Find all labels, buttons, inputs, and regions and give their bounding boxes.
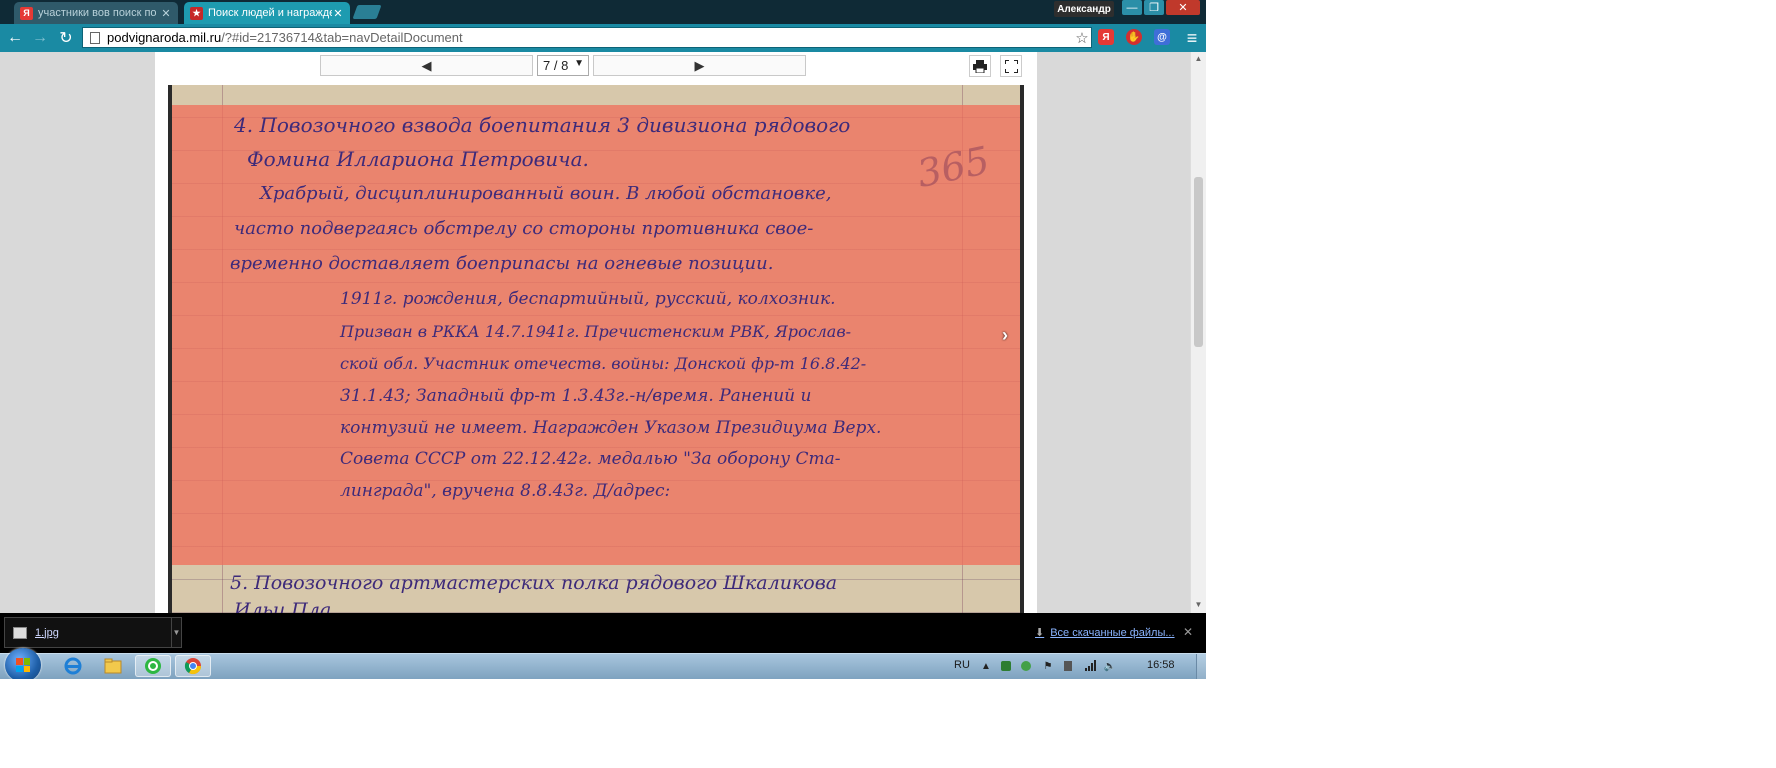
- printer-icon: [973, 59, 987, 73]
- doc-line: временно доставляет боеприпасы на огневы…: [230, 253, 774, 274]
- doc-line: Храбрый, дисциплинированный воин. В любо…: [260, 183, 832, 204]
- tab-title: участники вов поиск по фам: [38, 7, 160, 19]
- paper-sheet: 4. Повозочного взвода боепитания 3 дивиз…: [172, 85, 1020, 613]
- file-explorer-icon[interactable]: [95, 655, 131, 677]
- image-file-icon: [13, 626, 27, 639]
- show-all-downloads-link[interactable]: ⬇ Все скачанные файлы...: [1035, 626, 1175, 640]
- new-tab-button[interactable]: [352, 5, 382, 19]
- language-indicator[interactable]: RU: [954, 659, 970, 671]
- url-path: /?#id=21736714&tab=navDetailDocument: [221, 30, 463, 45]
- fullscreen-button[interactable]: [1000, 55, 1022, 77]
- clock[interactable]: 16:58: [1147, 659, 1175, 671]
- next-page-button[interactable]: ▶: [593, 55, 806, 76]
- doc-line: 1911г. рождения, беспартийный, русский, …: [340, 289, 836, 309]
- back-button[interactable]: ←: [5, 28, 25, 48]
- download-item[interactable]: 1.jpg ▼: [4, 617, 182, 648]
- adblock-icon[interactable]: ✋: [1126, 29, 1142, 45]
- close-window-button[interactable]: ✕: [1166, 0, 1200, 15]
- whatsapp-icon[interactable]: [135, 655, 171, 677]
- reload-button[interactable]: ↻: [56, 28, 76, 48]
- download-file-name[interactable]: 1.jpg: [35, 627, 171, 639]
- podvig-star-icon: ★: [190, 6, 203, 20]
- messenger-tray-icon[interactable]: [1020, 660, 1032, 672]
- page-content: ◀ 7 / 8 ▼ ▶ 4. Повозочного взвода боепит…: [0, 52, 1206, 613]
- dropdown-arrow-icon: ▼: [574, 58, 584, 69]
- profile-name[interactable]: Александр: [1054, 1, 1114, 17]
- chrome-icon[interactable]: [175, 655, 211, 677]
- address-bar[interactable]: podvignaroda.mil.ru/?#id=21736714&tab=na…: [82, 27, 1092, 48]
- doc-line: Призван в РККА 14.7.1941г. Пречистенским…: [340, 322, 852, 341]
- restore-button[interactable]: ❐: [1144, 0, 1164, 15]
- tab-strip: Я участники вов поиск по фам ✕ ★ Поиск л…: [0, 0, 1206, 24]
- show-all-downloads-label: Все скачанные файлы...: [1050, 626, 1175, 639]
- doc-line: контузий не имеет. Награжден Указом През…: [340, 418, 882, 438]
- screen: Я участники вов поиск по фам ✕ ★ Поиск л…: [0, 0, 1206, 679]
- page-icon: [90, 31, 100, 44]
- download-bar: 1.jpg ▼ ⬇ Все скачанные файлы... ✕: [0, 613, 1206, 653]
- page-select[interactable]: 7 / 8 ▼: [537, 55, 589, 76]
- internet-explorer-icon[interactable]: [55, 655, 91, 677]
- start-button[interactable]: [5, 648, 41, 679]
- tab-close-icon[interactable]: ✕: [160, 7, 172, 20]
- tab-title: Поиск людей и награжде: [208, 7, 332, 19]
- doc-line: 5. Повозочного артмастерских полка рядов…: [230, 572, 838, 594]
- antivirus-tray-icon[interactable]: [1000, 660, 1012, 672]
- download-menu-arrow-icon[interactable]: ▼: [171, 618, 181, 647]
- network-signal-icon[interactable]: [1084, 660, 1096, 672]
- doc-line: Совета СССР от 22.12.42г. медалью "За об…: [340, 449, 841, 469]
- doc-line: 4. Повозочного взвода боепитания 3 дивиз…: [234, 113, 851, 137]
- side-next-arrow-icon[interactable]: ›: [1002, 325, 1008, 346]
- windows-logo-icon: [16, 658, 30, 672]
- scroll-up-icon[interactable]: ▲: [1191, 54, 1206, 63]
- volume-icon[interactable]: 🔈: [1104, 660, 1116, 672]
- chevron-left-icon: ◀: [421, 57, 432, 73]
- doc-line: Ильи Пла...: [234, 599, 350, 613]
- url-text[interactable]: podvignaroda.mil.ru/?#id=21736714&tab=na…: [107, 30, 1073, 45]
- tab-yandex-search[interactable]: Я участники вов поиск по фам ✕: [14, 2, 178, 24]
- document-image: 4. Повозочного взвода боепитания 3 дивиз…: [168, 85, 1024, 613]
- minimize-button[interactable]: —: [1122, 0, 1142, 15]
- doc-line: часто подвергаясь обстрелу со стороны пр…: [234, 218, 814, 239]
- show-desktop-button[interactable]: [1196, 654, 1206, 679]
- print-button[interactable]: [969, 55, 991, 77]
- doc-line: ской обл. Участник отечеств. войны: Донс…: [340, 354, 867, 373]
- tab-close-icon[interactable]: ✕: [332, 7, 344, 20]
- yandex-icon: Я: [20, 6, 33, 20]
- action-center-flag-icon[interactable]: ⚑: [1042, 660, 1054, 672]
- bookmark-star-icon[interactable]: ☆: [1073, 29, 1091, 47]
- download-bar-close-icon[interactable]: ✕: [1183, 625, 1193, 639]
- forward-button[interactable]: →: [30, 28, 50, 48]
- download-arrow-icon: ⬇: [1035, 627, 1045, 639]
- fullscreen-icon: [1004, 59, 1018, 73]
- doc-line: линграда", вручена 8.8.43г. Д/адрес:: [340, 481, 671, 501]
- browser-toolbar: ← → ↻ podvignaroda.mil.ru/?#id=21736714&…: [0, 24, 1206, 52]
- scroll-thumb[interactable]: [1194, 177, 1203, 347]
- chrome-menu-icon[interactable]: ≡: [1182, 28, 1202, 48]
- scroll-down-icon[interactable]: ▼: [1191, 600, 1206, 609]
- previous-page-button[interactable]: ◀: [320, 55, 533, 76]
- doc-line: 31.1.43; Западный фр-т 1.3.43г.-н/время.…: [340, 386, 812, 406]
- chevron-right-icon: ▶: [694, 57, 705, 73]
- windows-taskbar: RU ▲ ⚑ 🔈 16:58: [0, 648, 1206, 679]
- url-host: podvignaroda.mil.ru: [107, 30, 222, 45]
- mail-extension-icon[interactable]: @: [1154, 29, 1170, 45]
- tray-expand-icon[interactable]: ▲: [980, 660, 992, 672]
- doc-line: Фомина Иллариона Петровича.: [247, 147, 589, 171]
- yandex-extension-icon[interactable]: Я: [1098, 29, 1114, 45]
- page-scrollbar[interactable]: ▲ ▼: [1190, 52, 1206, 613]
- tab-podvig-naroda[interactable]: ★ Поиск людей и награжде ✕: [184, 2, 350, 24]
- document-viewer: ◀ 7 / 8 ▼ ▶ 4. Повозочного взвода боепит…: [155, 52, 1037, 613]
- device-tray-icon[interactable]: [1062, 660, 1074, 672]
- page-indicator: 7 / 8: [543, 58, 569, 73]
